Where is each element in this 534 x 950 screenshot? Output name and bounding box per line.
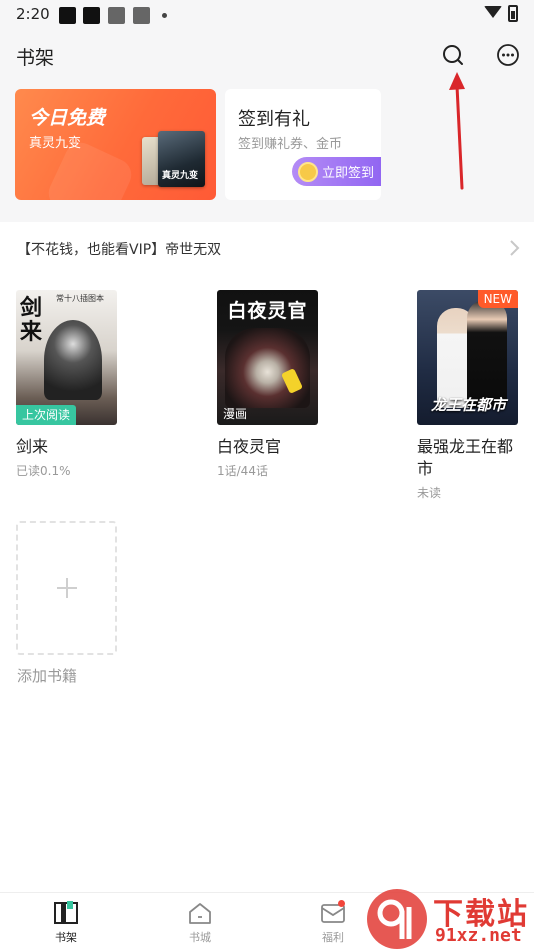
bottom-tab-bar: 书架 书城 福利 下载站 91xz.net	[0, 889, 534, 950]
cover-title: 白夜灵官	[227, 300, 308, 322]
tab-label: 书城	[189, 931, 211, 944]
cover-subtitle: 常十八插图本	[56, 294, 104, 303]
bookshelf-icon	[54, 901, 78, 924]
promo-banner[interactable]: 【不花钱，也能看VIP】帝世无双	[0, 222, 534, 274]
cover-title: 龙王在都市	[431, 396, 507, 414]
book-cover: 剑来 常十八插图本 上次阅读	[16, 290, 117, 425]
coin-icon	[298, 161, 318, 182]
book-title: 白夜灵官	[217, 437, 282, 456]
sign-banner-title: 签到有礼	[238, 109, 310, 130]
notification-dot	[338, 900, 345, 907]
sign-in-button-label: 立即签到	[322, 166, 375, 181]
more-options-button[interactable]	[491, 38, 525, 72]
notification-icon	[83, 7, 100, 24]
book-progress: 已读0.1%	[16, 464, 71, 478]
home-icon	[189, 903, 211, 924]
free-today-banner[interactable]: 今日免费 真灵九变 真灵九变	[15, 89, 216, 200]
status-time: 2:20	[16, 5, 50, 23]
sign-in-banner[interactable]: 签到有礼 签到赚礼券、金币 立即签到	[225, 89, 381, 200]
watermark: 下载站 91xz.net	[365, 887, 534, 950]
notification-icon	[59, 7, 76, 24]
notification-icon	[133, 7, 150, 24]
tab-bookshelf[interactable]: 书架	[31, 901, 101, 945]
more-icon	[497, 44, 519, 66]
search-icon	[443, 45, 463, 65]
more-notifications-dot	[162, 13, 167, 18]
sign-banner-subtitle: 签到赚礼券、金币	[238, 137, 343, 152]
thumb-title: 真灵九变	[162, 171, 199, 181]
book-title: 最强龙王在都市	[417, 437, 514, 478]
header-area: 2:20 书架 今日免费 真灵九变 真灵九变 签到有礼 签到赚礼券、金币 立即签…	[0, 0, 534, 222]
annotation-arrow	[449, 72, 465, 190]
book-title: 剑来	[16, 437, 49, 456]
add-book-label: 添加书籍	[17, 667, 78, 685]
watermark-logo	[367, 889, 427, 949]
cover-title: 剑来	[20, 295, 43, 345]
tab-bookstore[interactable]: 书城	[165, 901, 235, 945]
wifi-icon	[484, 6, 502, 18]
cover-figure	[225, 328, 310, 408]
sign-in-button[interactable]: 立即签到	[292, 157, 381, 186]
notification-icon	[108, 7, 125, 24]
tab-welfare[interactable]: 福利	[298, 900, 368, 945]
free-banner-title: 今日免费	[29, 107, 106, 129]
book-cover: 白夜灵官 漫画	[217, 290, 318, 425]
add-book-button[interactable]	[16, 521, 117, 655]
last-read-tag: 上次阅读	[16, 405, 77, 425]
cover-figure	[44, 320, 102, 400]
book-cover-thumb: 真灵九变	[158, 131, 205, 187]
book-item[interactable]: 白夜灵官 漫画 白夜灵官 1话/44话	[217, 290, 327, 479]
book-item[interactable]: 龙王在都市 NEW 最强龙王在都市 未读	[417, 290, 527, 501]
free-banner-subtitle: 真灵九变	[29, 136, 82, 151]
book-item[interactable]: 剑来 常十八插图本 上次阅读 剑来 已读0.1%	[16, 290, 126, 479]
new-badge: NEW	[477, 290, 518, 308]
battery-icon	[508, 5, 518, 22]
status-bar: 2:20	[0, 0, 534, 30]
plus-icon	[56, 578, 77, 598]
book-progress: 未读	[417, 486, 442, 500]
watermark-url: 91xz.net	[435, 925, 522, 946]
book-cover: 龙王在都市 NEW	[417, 290, 518, 425]
manga-tag: 漫画	[223, 407, 248, 421]
book-progress: 1话/44话	[217, 464, 268, 478]
tab-label: 福利	[322, 931, 344, 944]
promo-text: 【不花钱，也能看VIP】帝世无双	[17, 242, 222, 258]
cover-figure	[467, 300, 507, 408]
tab-label: 书架	[55, 931, 77, 944]
search-button[interactable]	[436, 38, 470, 72]
page-title: 书架	[16, 47, 55, 69]
chevron-right-icon	[510, 240, 520, 256]
